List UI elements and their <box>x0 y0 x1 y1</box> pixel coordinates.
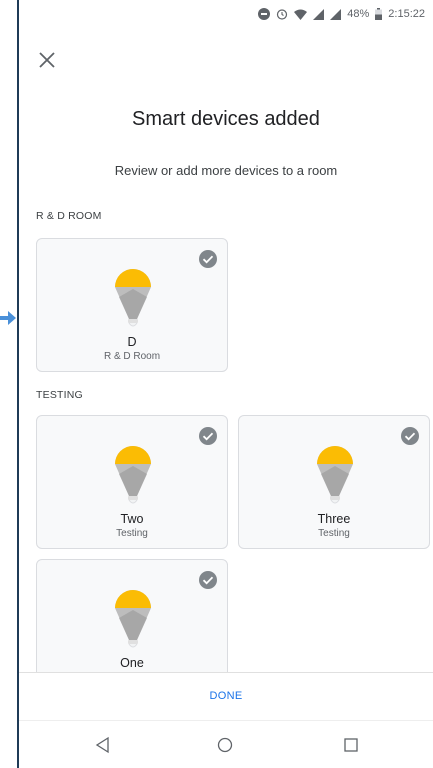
signal-icon <box>313 8 325 20</box>
system-nav-bar <box>19 720 433 768</box>
device-name: D <box>127 335 137 349</box>
alarm-icon <box>277 9 288 20</box>
battery-percent: 48% <box>347 8 370 20</box>
device-card-two[interactable]: Two Testing <box>36 415 228 549</box>
screen: 48% 2:15:22 Smart devices added Review o… <box>19 0 433 768</box>
check-icon <box>199 250 217 268</box>
device-room: Testing <box>318 528 350 539</box>
device-card-three[interactable]: Three Testing <box>238 415 430 549</box>
bottom-action-bar: DONE <box>19 672 433 721</box>
clock: 2:15:22 <box>388 8 425 20</box>
check-icon <box>199 571 217 589</box>
pointer-arrow-icon <box>0 311 16 325</box>
device-room: Testing <box>116 528 148 539</box>
device-room: R & D Room <box>103 351 161 362</box>
dnd-icon <box>258 8 271 20</box>
page-title: Smart devices added <box>132 108 320 130</box>
section-label-rd-room: R & D ROOM <box>36 210 102 222</box>
bulb-icon <box>115 269 151 327</box>
device-card-d[interactable]: D R & D Room <box>36 238 228 372</box>
device-name: One <box>120 656 144 670</box>
check-icon <box>199 427 217 445</box>
section-label-testing: TESTING <box>36 389 83 401</box>
bulb-icon <box>317 446 353 504</box>
wifi-icon <box>294 9 308 20</box>
bulb-icon <box>115 590 151 648</box>
recents-icon[interactable] <box>341 735 361 755</box>
device-name: Three <box>317 512 351 526</box>
page-subtitle: Review or add more devices to a room <box>114 163 338 178</box>
done-button[interactable]: DONE <box>19 690 433 702</box>
check-icon <box>401 427 419 445</box>
status-bar: 48% 2:15:22 <box>19 0 433 34</box>
signal-icon-2 <box>330 8 342 20</box>
back-icon[interactable] <box>93 735 113 755</box>
home-icon[interactable] <box>215 735 235 755</box>
bulb-icon <box>115 446 151 504</box>
close-icon[interactable] <box>37 50 57 70</box>
battery-icon <box>375 8 383 20</box>
device-name: Two <box>120 512 144 526</box>
